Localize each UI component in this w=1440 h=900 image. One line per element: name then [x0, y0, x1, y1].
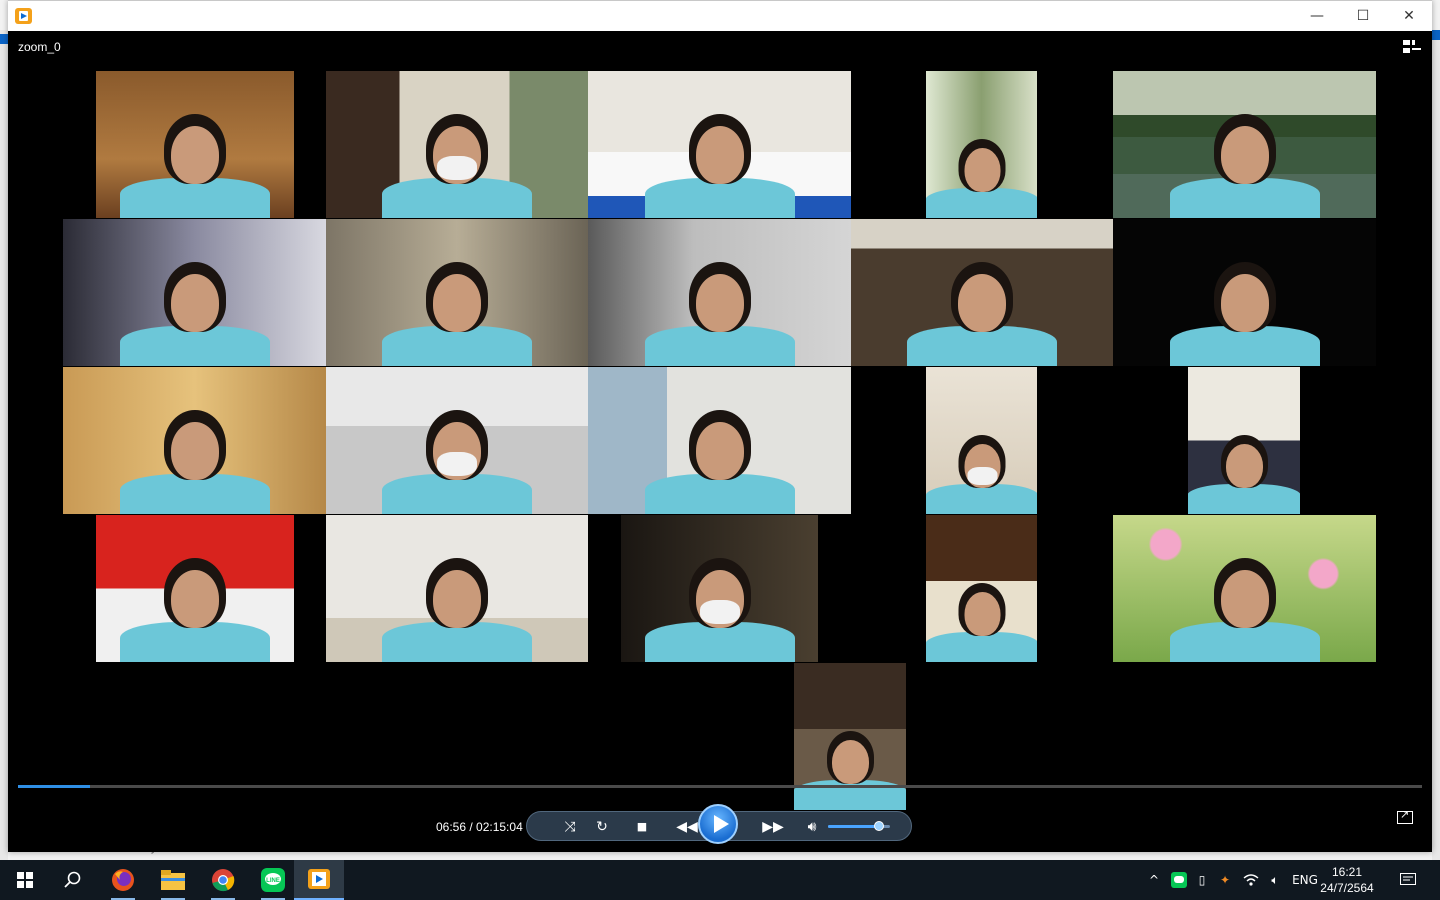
media-player-taskbar-icon[interactable] [294, 860, 344, 900]
participant-tile [326, 219, 588, 366]
participant-figure [1169, 98, 1320, 218]
participant-figure [120, 98, 270, 218]
desktop-edge-left [0, 30, 8, 860]
play-button[interactable] [698, 804, 738, 844]
title-bar[interactable]: — ☐ ✕ [8, 0, 1432, 31]
participant-tile [326, 71, 588, 218]
close-button[interactable]: ✕ [1386, 1, 1432, 31]
svg-text:LINE: LINE [266, 878, 280, 884]
language-indicator[interactable]: ENG [1290, 860, 1320, 900]
participant-figure [382, 246, 532, 366]
participant-figure [382, 394, 532, 514]
file-explorer-icon[interactable] [148, 860, 198, 900]
video-area[interactable]: zoom_0 06:56 / 02:15:04 ⤨ ↻ ■ ◀◀ ▶▶ 🔊︎ [8, 31, 1432, 852]
time-display: 06:56 / 02:15:04 [436, 820, 523, 834]
desktop-accent-left [0, 34, 8, 44]
volume-slider[interactable] [828, 821, 890, 831]
participant-figure [926, 423, 1037, 514]
usb-icon[interactable]: ▯ [1192, 860, 1212, 900]
participant-tile [1113, 515, 1376, 662]
search-icon[interactable] [48, 860, 98, 900]
participant-figure [382, 98, 532, 218]
desktop-accent-right [1432, 30, 1440, 40]
media-player-icon [15, 8, 32, 24]
taskbar: LINE ^ ▯ ✦ 🔈︎ ENG 16:21 24/7/2564 [0, 860, 1440, 900]
participant-tile [63, 367, 326, 514]
desktop-edge-right [1432, 30, 1440, 860]
participant-tile [926, 515, 1037, 662]
speaker-tray-icon[interactable]: 🔈︎ [1264, 860, 1286, 900]
mini-player-icon[interactable] [1397, 808, 1413, 824]
participant-figure [926, 571, 1037, 662]
face-mask [437, 452, 477, 476]
face-mask [967, 467, 997, 485]
face-mask [437, 156, 477, 180]
media-player-window: — ☐ ✕ zoom_0 06:56 / 02:15:04 ⤨ ↻ ■ ◀◀ ▶… [8, 0, 1432, 852]
video-title: zoom_0 [18, 40, 61, 54]
participant-tile [1113, 219, 1376, 366]
firefox-icon[interactable] [98, 860, 148, 900]
participant-tile [96, 515, 294, 662]
participant-figure [119, 246, 270, 366]
participant-figure [794, 719, 906, 810]
participant-figure [1169, 246, 1320, 366]
participant-tile [851, 219, 1113, 366]
line-tray-icon[interactable] [1168, 860, 1190, 900]
participant-tile [326, 367, 588, 514]
switch-layout-icon[interactable] [1403, 40, 1421, 54]
clock[interactable]: 16:21 24/7/2564 [1318, 864, 1376, 896]
participant-figure [644, 246, 795, 366]
stop-icon[interactable]: ■ [627, 812, 657, 842]
participant-tile [588, 71, 851, 218]
participant-tile [1113, 71, 1376, 218]
participant-tile [588, 367, 851, 514]
participant-tile [63, 219, 326, 366]
chrome-icon[interactable] [198, 860, 248, 900]
participant-tile [621, 515, 818, 662]
participant-tile [326, 515, 588, 662]
start-icon[interactable] [0, 860, 50, 900]
notifications-icon[interactable] [1394, 860, 1422, 900]
clock-time: 16:21 [1331, 865, 1363, 879]
seek-bar[interactable] [18, 785, 1422, 788]
face-mask [699, 600, 740, 624]
shuffle-icon[interactable]: ⤨ [555, 812, 585, 842]
repeat-icon[interactable]: ↻ [587, 812, 617, 842]
participant-figure [382, 542, 532, 662]
fast-forward-icon[interactable]: ▶▶ [751, 812, 795, 842]
volume-level [828, 825, 879, 828]
participant-tile [1188, 367, 1300, 514]
maximize-button[interactable]: ☐ [1340, 1, 1386, 31]
volume-knob[interactable] [873, 821, 884, 831]
participant-figure [1188, 423, 1300, 514]
line-icon[interactable]: LINE [248, 860, 298, 900]
participant-tile [926, 367, 1037, 514]
participant-tile [588, 219, 851, 366]
participant-figure [644, 98, 795, 218]
speaker-icon[interactable]: 🔊︎ [797, 812, 827, 842]
participant-figure [644, 542, 795, 662]
metamask-icon[interactable]: ✦ [1214, 860, 1236, 900]
participant-figure [119, 394, 270, 514]
participant-figure [644, 394, 795, 514]
show-hidden-icons[interactable]: ^ [1144, 860, 1164, 900]
minimize-button[interactable]: — [1294, 1, 1340, 31]
participant-tile [96, 71, 294, 218]
participant-figure [120, 542, 270, 662]
participant-figure [1169, 542, 1320, 662]
clock-date: 24/7/2564 [1320, 881, 1374, 895]
participant-figure [926, 127, 1037, 218]
wifi-icon[interactable] [1240, 860, 1262, 900]
participant-figure [907, 246, 1057, 366]
seek-progress [18, 785, 91, 788]
participant-tile [926, 71, 1037, 218]
